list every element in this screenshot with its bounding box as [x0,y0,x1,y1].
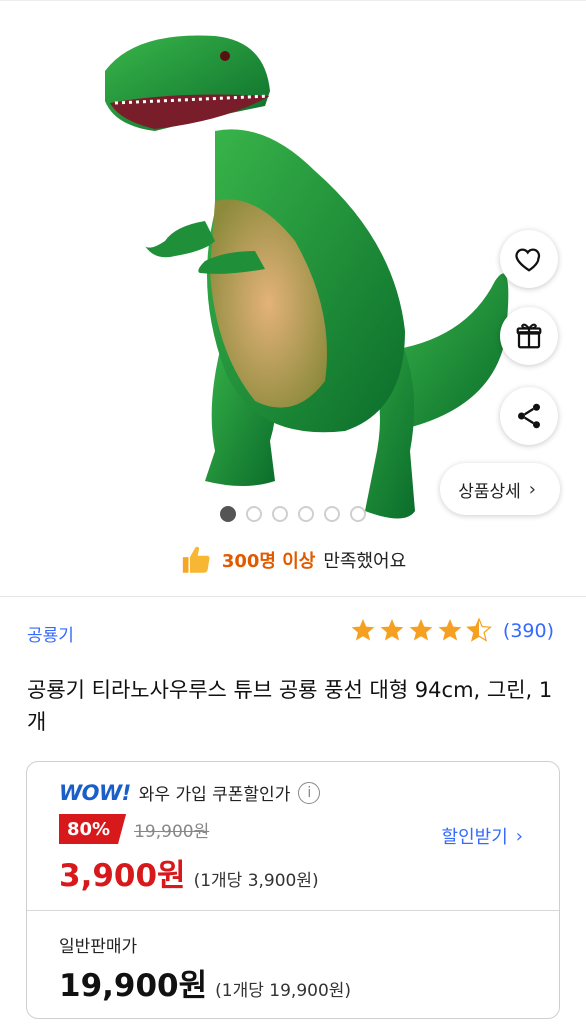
chevron-right-icon: › [515,825,523,847]
normal-price-label: 일반판매가 [59,937,138,957]
price-divider [27,910,559,911]
product-title: 공룡기 티라노사우루스 튜브 공룡 풍선 대형 94cm, 그린, 1개 [27,678,553,734]
carousel-dot[interactable] [350,506,366,522]
thumbs-up-icon [182,546,210,573]
section-divider [0,596,586,597]
product-image-carousel[interactable]: 상품상세 › [0,0,586,535]
normal-price-row: 19,900원 (1개당 19,900원) [59,960,351,1005]
sale-unit-price: (1개당 3,900원) [193,871,319,891]
wow-coupon-label: 와우 가입 쿠폰할인가 [138,785,291,805]
carousel-dot[interactable] [220,506,236,522]
get-coupon-link[interactable]: 할인받기 › [442,823,523,849]
share-button[interactable] [500,387,558,445]
product-page: 상품상세 › 300명 이상 만족했어요 공룡기 (390) 공룡기 티라노사우… [0,0,586,1024]
review-count[interactable]: (390) [503,620,554,642]
sale-price-row: 3,900원 (1개당 3,900원) [59,850,319,895]
brand-link[interactable]: 공룡기 [27,621,74,646]
share-icon [518,403,540,429]
carousel-dot[interactable] [324,506,340,522]
sale-price: 3,900원 [59,858,186,894]
satisfaction-text: 만족했어요 [323,551,407,572]
satisfaction-count: 300명 이상 [221,551,316,572]
wow-logo: WOW! [59,780,131,805]
heart-icon [515,248,541,272]
carousel-dot[interactable] [272,506,288,522]
product-detail-label: 상품상세 [458,481,521,502]
chevron-right-icon: › [528,478,536,500]
wishlist-button[interactable] [500,230,558,288]
normal-price: 19,900원 [59,968,208,1004]
carousel-indicator [220,506,366,522]
carousel-dot[interactable] [246,506,262,522]
gift-button[interactable] [500,307,558,365]
rating-summary[interactable]: (390) [350,617,554,645]
star-rating-icon [351,618,491,642]
wow-coupon-header: WOW! 와우 가입 쿠폰할인가 i [59,780,321,805]
info-icon[interactable]: i [298,781,321,804]
price-box: WOW! 와우 가입 쿠폰할인가 i 80% 19,900원 할인받기 › 3,… [26,761,560,1019]
discount-badge: 80% [59,814,127,844]
gift-icon [516,323,542,349]
satisfaction-banner: 300명 이상 만족했어요 [0,543,586,577]
product-image-dinosaur [105,35,509,519]
discount-row: 80% 19,900원 [59,814,209,844]
get-coupon-label: 할인받기 [441,827,508,848]
product-detail-button[interactable]: 상품상세 › [440,463,560,515]
original-price: 19,900원 [134,821,210,842]
normal-unit-price: (1개당 19,900원) [215,981,352,1001]
carousel-dot[interactable] [298,506,314,522]
